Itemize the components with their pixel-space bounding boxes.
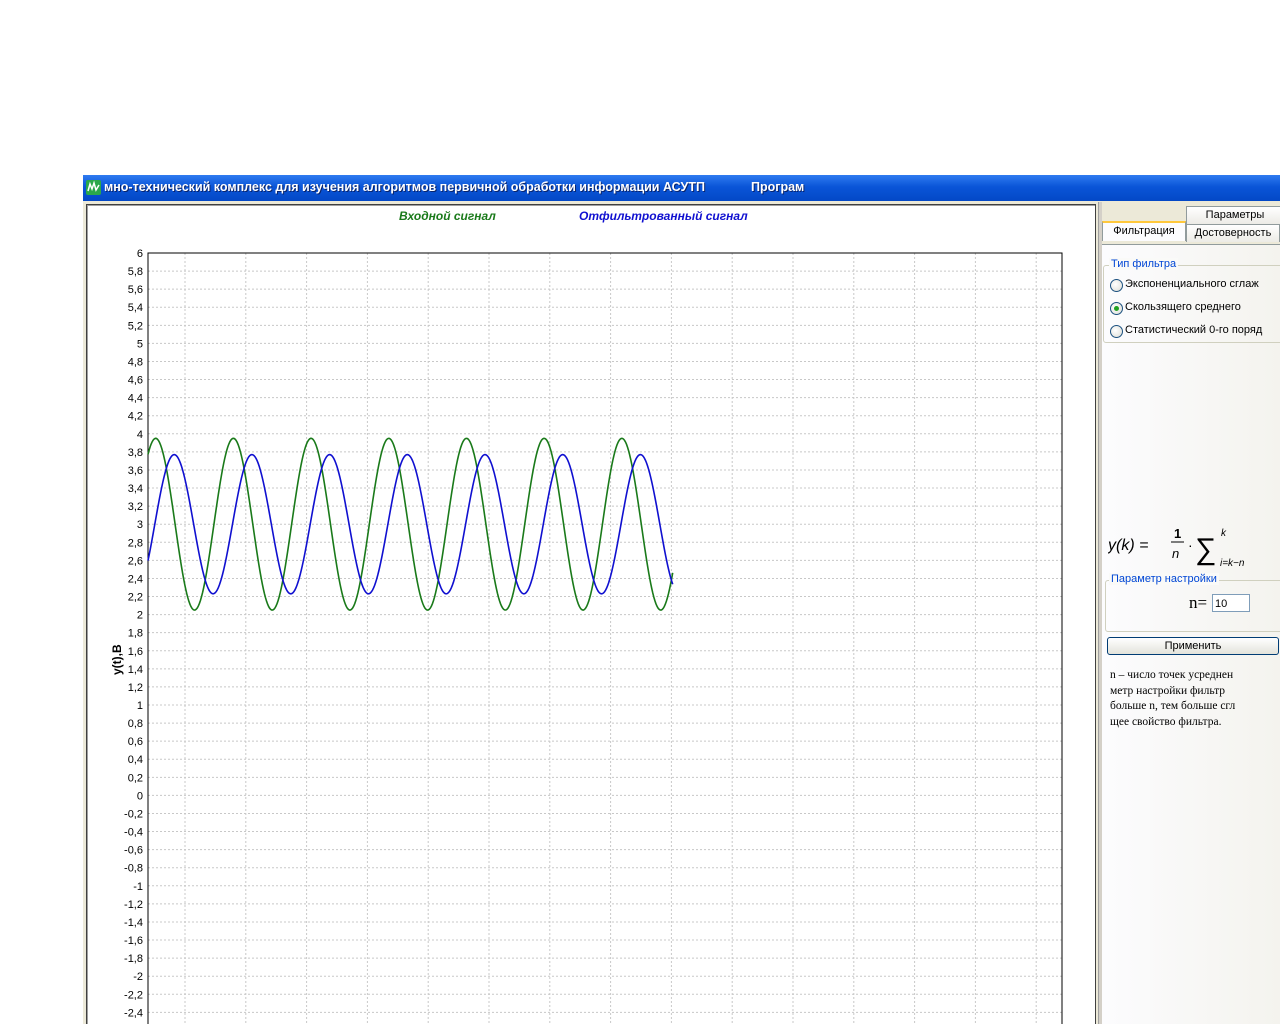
y-tick-label: 2,6: [128, 555, 143, 567]
filter-type-label: Тип фильтра: [1109, 258, 1179, 270]
radio-button-icon[interactable]: [1110, 279, 1123, 292]
description-line: больше n, тем больше сгл: [1110, 700, 1236, 712]
menu-programs[interactable]: Програм: [751, 180, 804, 194]
window-title: мно-технический комплекс для изучения ал…: [104, 180, 705, 194]
y-tick-label: 6: [137, 248, 143, 260]
y-tick-label: 3,6: [128, 465, 143, 477]
moving-average-formula: y(k) = 1 n · ∑ k i=k−n: [1108, 526, 1245, 566]
radio-label: Скользящего среднего: [1125, 301, 1241, 313]
signal-chart: 6 5,8 5,6 5,4 5,2 5 4,8 4,6 4,4 4,2 4 3,8 3,6 3,4 3,2 3…: [110, 209, 1063, 1024]
svg-text:k: k: [1221, 528, 1227, 539]
description-line: щее свойство фильтра.: [1110, 715, 1222, 728]
plot-area: [147, 252, 1063, 1024]
tuning-param-label: Параметр настройки: [1109, 573, 1219, 585]
y-tick-label: 2,2: [128, 592, 143, 604]
tab-filtering[interactable]: Фильтрация: [1102, 221, 1186, 241]
y-tick-label: 3,4: [128, 483, 143, 495]
y-tick-label: 5,4: [128, 302, 143, 314]
description-line: n – число точек усреднен: [1110, 669, 1234, 681]
y-tick-label: 0,8: [128, 718, 143, 730]
y-tick-label: -1: [133, 881, 143, 893]
y-tick-label: 5,8: [128, 266, 143, 278]
y-tick-label: 3,8: [128, 447, 143, 459]
y-tick-label: -1,8: [124, 953, 143, 965]
y-axis-ticks: 6 5,8 5,6 5,4 5,2 5 4,8 4,6 4,4 4,2 4 3,8 3,6 3,4 3,2 3…: [124, 248, 143, 1019]
y-tick-label: -0,8: [124, 863, 143, 875]
y-tick-label: 5,6: [128, 284, 143, 296]
y-tick-label: 1,6: [128, 646, 143, 658]
apply-button[interactable]: Применить: [1107, 637, 1279, 655]
y-tick-label: -1,2: [124, 899, 143, 911]
y-tick-label: -0,6: [124, 845, 143, 857]
side-panel: Параметры Фильтрация Достоверность Тип ф…: [1102, 202, 1280, 1024]
y-tick-label: 1: [137, 700, 143, 712]
y-tick-label: 4,4: [128, 393, 143, 405]
y-tick-label: -1,4: [124, 917, 143, 929]
radio-button-icon[interactable]: [1110, 325, 1123, 338]
y-tick-label: 3: [137, 519, 143, 531]
y-tick-label: -0,2: [124, 808, 143, 820]
radio-button-selected-icon[interactable]: [1110, 302, 1123, 315]
chart-grid: [148, 252, 1062, 1024]
y-tick-label: 4: [137, 429, 143, 441]
tab-content: Тип фильтра Экспоненциального сглаж Скол…: [1102, 244, 1280, 1024]
svg-text:y(k) =: y(k) =: [1108, 537, 1148, 554]
y-axis-label: y(t),B: [110, 644, 124, 675]
svg-text:n: n: [1172, 546, 1179, 561]
app-logo-icon: [86, 180, 101, 195]
tab-parameters[interactable]: Параметры: [1186, 206, 1280, 224]
y-tick-label: 4,6: [128, 375, 143, 387]
y-tick-label: 5: [137, 338, 143, 350]
y-tick-label: 0,4: [128, 754, 143, 766]
legend-filtered-signal: Отфильтрованный сигнал: [579, 209, 748, 223]
y-tick-label: 5,2: [128, 320, 143, 332]
n-label: n=: [1189, 593, 1208, 612]
title-bar[interactable]: мно-технический комплекс для изучения ал…: [83, 175, 1280, 201]
y-tick-label: 1,2: [128, 682, 143, 694]
y-tick-label: -2,4: [124, 1007, 143, 1019]
y-tick-label: -2,2: [124, 989, 143, 1001]
svg-text:∑: ∑: [1195, 533, 1216, 566]
y-tick-label: 2,4: [128, 573, 143, 585]
filter-type-group: Тип фильтра Экспоненциального сглаж Скол…: [1103, 258, 1280, 343]
y-tick-label: 4,8: [128, 356, 143, 368]
y-tick-label: -0,4: [124, 827, 143, 839]
y-tick-label: 4,2: [128, 411, 143, 423]
filter-description: n – число точек усреднен метр настройки …: [1110, 668, 1280, 730]
y-tick-label: 0,2: [128, 772, 143, 784]
radio-label: Статистический 0-го поряд: [1125, 324, 1263, 336]
y-tick-label: 1,8: [128, 628, 143, 640]
y-tick-label: 0,6: [128, 736, 143, 748]
description-line: метр настройки фильтр: [1110, 684, 1226, 697]
y-tick-label: 2,8: [128, 537, 143, 549]
chart-panel: 6 5,8 5,6 5,4 5,2 5 4,8 4,6 4,4 4,2 4 3,8 3,6 3,4 3,2 3…: [86, 204, 1096, 1024]
y-tick-label: -2: [133, 971, 143, 983]
svg-text:1: 1: [1174, 526, 1181, 541]
main-window: мно-технический комплекс для изучения ал…: [83, 175, 1280, 1024]
svg-text:·: ·: [1188, 537, 1193, 553]
y-tick-label: 0: [137, 790, 143, 802]
radio-label: Экспоненциального сглаж: [1125, 278, 1259, 290]
tab-reliability[interactable]: Достоверность: [1186, 224, 1280, 242]
y-tick-label: 1,4: [128, 664, 143, 676]
y-tick-label: 2: [137, 610, 143, 622]
y-tick-label: 3,2: [128, 501, 143, 513]
svg-text:i=k−n: i=k−n: [1220, 558, 1245, 566]
legend-input-signal: Входной сигнал: [399, 209, 496, 223]
n-input[interactable]: 10: [1212, 594, 1250, 612]
y-tick-label: -1,6: [124, 935, 143, 947]
tuning-param-group: Параметр настройки n= 10: [1105, 573, 1280, 632]
